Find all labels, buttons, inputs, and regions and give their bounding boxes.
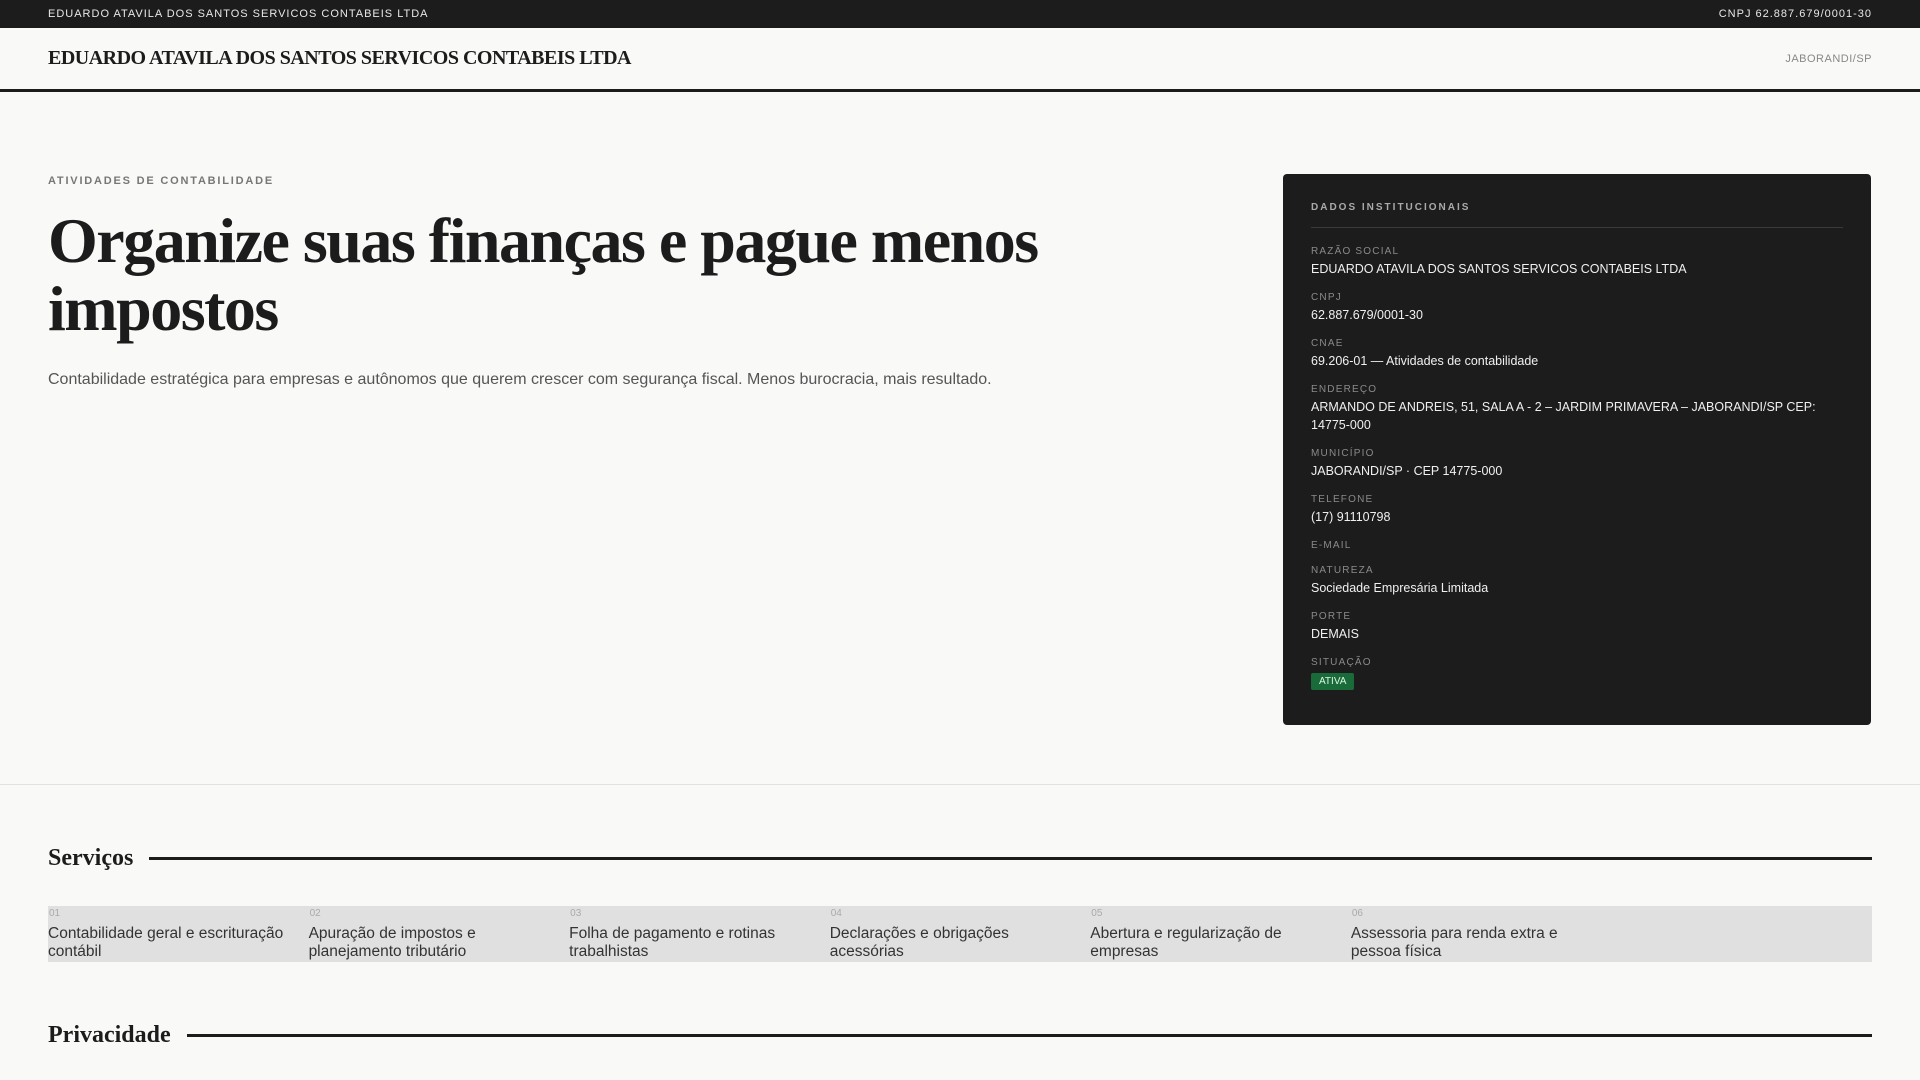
field-value: Sociedade Empresária Limitada [1311,581,1489,595]
field-value: EDUARDO ATAVILA DOS SANTOS SERVICOS CONT… [1311,262,1687,276]
service-name: Apuração de impostos e planejamento trib… [308,925,476,960]
service-item: 02 Apuração de impostos e planejamento tr… [309,908,570,962]
panel-title: DADOS INSTITUCIONAIS [1311,202,1843,228]
site-header: EDUARDO ATAVILA DOS SANTOS SERVICOS CONT… [0,28,1920,92]
brand-logo[interactable]: EDUARDO ATAVILA DOS SANTOS SERVICOS CONT… [48,47,632,70]
field-porte: PORTE DEMAIS [1311,611,1843,643]
service-item: 01 Contabilidade geral e escrituração con… [48,908,309,962]
top-bar: EDUARDO ATAVILA DOS SANTOS SERVICOS CONT… [0,0,1920,28]
hero-eyebrow: ATIVIDADES DE CONTABILIDADE [48,175,275,187]
service-number: 05 [1091,908,1103,919]
field-label: RAZÃO SOCIAL [1311,246,1400,257]
service-number: 06 [1351,908,1363,919]
service-name: Abertura e regularização de empresas [1090,925,1282,960]
service-name: Folha de pagamento e rotinas trabalhista… [569,925,776,960]
field-label: TELEFONE [1311,494,1374,505]
institutional-data-panel: DADOS INSTITUCIONAIS RAZÃO SOCIAL EDUARDO… [1283,174,1871,725]
field-value: 69.206-01 — Atividades de contabilidade [1311,354,1539,368]
field-municipio: MUNICÍPIO JABORANDI/SP · CEP 14775-000 [1311,448,1843,480]
field-value: 62.887.679/0001-30 [1311,308,1423,322]
topbar-cnpj: CNPJ 62.887.679/0001-30 [1718,8,1872,20]
field-value: JABORANDI/SP · CEP 14775-000 [1311,464,1503,478]
field-value[interactable]: (17) 91110798 [1311,508,1843,526]
services-title: Serviços [48,845,134,871]
field-label: NATUREZA [1311,565,1374,576]
field-label: E-MAIL [1311,540,1352,551]
field-label: SITUAÇÃO [1311,657,1372,668]
divider [149,857,1872,860]
field-telefone: TELEFONE (17) 91110798 [1311,494,1843,526]
field-natureza: NATUREZA Sociedade Empresária Limitada [1311,565,1843,597]
field-label: CNAE [1311,338,1344,349]
service-item: 06 Assessoria para renda extra e pessoa f… [1351,908,1612,962]
service-name: Contabilidade geral e escrituração contá… [48,925,284,960]
services-heading: Serviços [0,845,1920,872]
services-list: 01 Contabilidade geral e escrituração con… [48,906,1872,962]
header-city: JABORANDI/SP [1785,52,1872,65]
service-number: 03 [570,908,582,919]
field-cnpj: CNPJ 62.887.679/0001-30 [1311,292,1843,324]
field-value: ARMANDO DE ANDREIS, 51, SALA A - 2 – JAR… [1311,400,1816,432]
service-item: 03 Folha de pagamento e rotinas trabalhis… [569,908,830,962]
field-label: CNPJ [1311,292,1342,303]
service-name: Declarações e obrigações acessórias [829,925,1009,960]
hero-section: ATIVIDADES DE CONTABILIDADE Organize sua… [0,92,1920,785]
service-item: 05 Abertura e regularização de empresas [1090,908,1351,962]
field-label: PORTE [1311,611,1352,622]
field-situacao: SITUAÇÃO ATIVA [1311,657,1843,690]
privacy-heading: Privacidade [0,1022,1920,1049]
field-label: MUNICÍPIO [1311,448,1375,459]
topbar-company: EDUARDO ATAVILA DOS SANTOS SERVICOS CONT… [48,8,429,20]
service-number: 04 [830,908,842,919]
field-value: DEMAIS [1311,627,1359,641]
hero-subtitle: Contabilidade estratégica para empresas … [48,371,992,388]
field-email: E-MAIL [1311,540,1843,551]
service-number: 02 [309,908,321,919]
field-cnae: CNAE 69.206-01 — Atividades de contabilid… [1311,338,1843,370]
field-label: ENDEREÇO [1311,384,1378,395]
status-badge: ATIVA [1311,673,1355,690]
hero-title: Organize suas finanças e pague menos imp… [48,205,1039,344]
service-item: 04 Declarações e obrigações acessórias [830,908,1091,962]
field-razao-social: RAZÃO SOCIAL EDUARDO ATAVILA DOS SANTOS S… [1311,246,1843,278]
divider [186,1034,1872,1037]
privacy-title: Privacidade [48,1022,171,1048]
field-endereco: ENDEREÇO ARMANDO DE ANDREIS, 51, SALA A -… [1311,384,1843,434]
service-number: 01 [49,908,61,919]
service-name: Assessoria para renda extra e pessoa fís… [1350,925,1558,960]
